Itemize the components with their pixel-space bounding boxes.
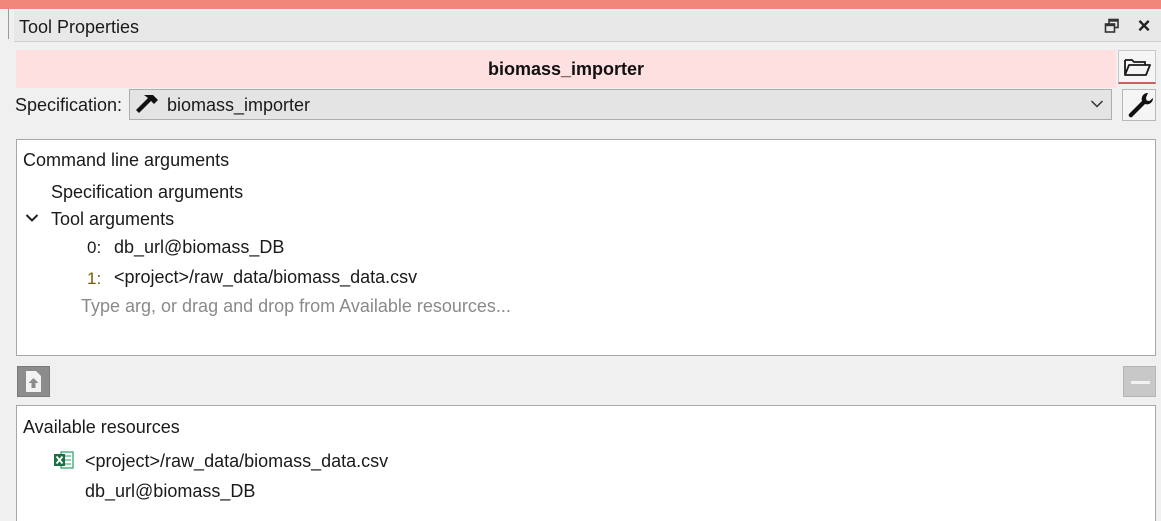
tool-arguments-item[interactable]: Tool arguments [51,209,174,230]
specification-combobox[interactable]: biomass_importer [129,89,1112,120]
specification-label: Specification: [15,95,123,115]
close-icon[interactable]: × [1135,15,1153,37]
argument-input-placeholder[interactable]: Type arg, or drag and drop from Availabl… [81,296,511,317]
folder-open-icon [1124,59,1151,76]
dock-titlebar[interactable]: Tool Properties × [14,11,1161,42]
tool-arg-index: 1: [87,269,102,288]
argument-toolbar [16,364,1156,399]
window-accent-bar [0,0,1161,9]
minus-icon [1131,381,1150,384]
tool-properties-dock: Tool Properties × biomass_importer Speci… [14,9,1161,521]
resource-item[interactable]: <project>/raw_data/biomass_data.csv [85,451,388,472]
tool-arg-index: 0: [87,238,102,257]
add-argument-button[interactable] [17,366,50,397]
chevron-down-icon [1090,100,1104,108]
tool-arg-value[interactable]: <project>/raw_data/biomass_data.csv [114,267,417,288]
tool-name-bar: biomass_importer [16,50,1116,88]
edit-specification-button[interactable] [1122,89,1156,121]
available-resources-header: Available resources [23,417,180,437]
chevron-down-icon[interactable] [25,213,39,223]
excel-file-icon [54,451,74,469]
command-line-header: Command line arguments [23,150,230,170]
available-resources-tree[interactable]: Available resources <project>/raw_data/b… [16,405,1156,521]
wrench-icon [1128,92,1154,118]
specification-value: biomass_importer [167,95,311,115]
remove-argument-button[interactable] [1123,366,1156,397]
splitter-line [8,9,9,39]
float-window-icon[interactable] [1104,18,1120,34]
open-folder-button[interactable] [1118,50,1156,84]
dock-title: Tool Properties [19,17,140,37]
left-splitter[interactable] [0,9,14,521]
tool-arg-value[interactable]: db_url@biomass_DB [114,237,284,258]
command-line-arguments-tree[interactable]: Command line arguments Specification arg… [16,139,1156,356]
tool-name: biomass_importer [487,59,645,79]
hammer-icon [136,95,158,113]
specification-arguments-item[interactable]: Specification arguments [51,182,243,203]
file-upload-icon [26,371,41,392]
resource-item[interactable]: db_url@biomass_DB [85,481,255,502]
